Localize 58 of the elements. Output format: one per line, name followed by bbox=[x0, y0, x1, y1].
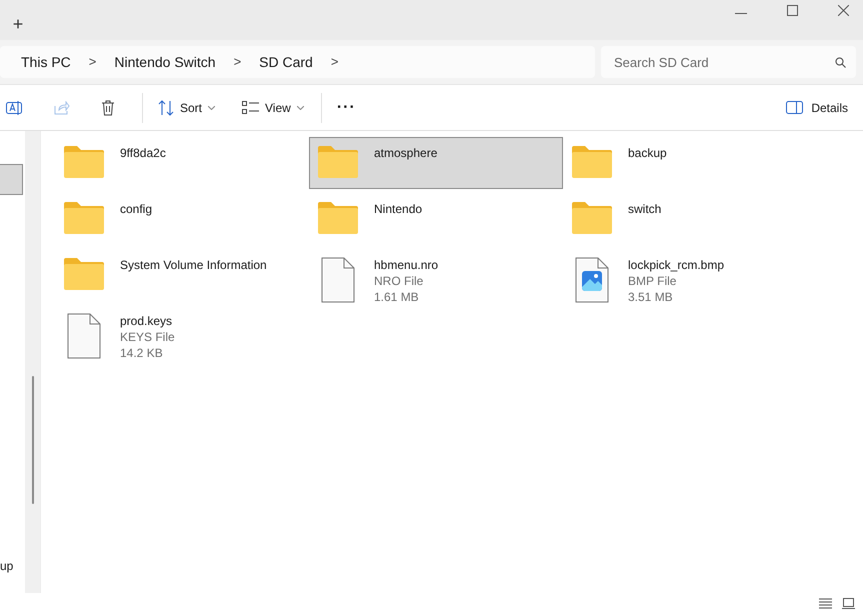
details-button[interactable]: Details bbox=[786, 98, 848, 116]
file-name: config bbox=[120, 201, 152, 217]
more-button[interactable]: ··· bbox=[336, 96, 356, 120]
breadcrumb[interactable]: This PC bbox=[21, 52, 71, 72]
close-icon[interactable] bbox=[838, 5, 849, 16]
breadcrumb[interactable]: Nintendo Switch bbox=[114, 52, 216, 72]
breadcrumb[interactable]: SD Card bbox=[259, 52, 313, 72]
minimize-icon[interactable] bbox=[735, 12, 747, 14]
file-icon bbox=[67, 313, 101, 359]
address-bar[interactable]: This PC > Nintendo Switch > SD Card > bbox=[0, 46, 595, 78]
folder-icon bbox=[63, 145, 105, 179]
scrollbar-thumb[interactable] bbox=[32, 376, 34, 504]
file-name: atmosphere bbox=[374, 145, 438, 161]
file-name: 9ff8da2c bbox=[120, 145, 166, 161]
folder-icon bbox=[571, 145, 613, 179]
chevron-icon[interactable]: > bbox=[88, 52, 96, 72]
folder-icon bbox=[63, 201, 105, 235]
search-field[interactable]: Search SD Card bbox=[601, 46, 856, 78]
file-item[interactable]: switch bbox=[563, 193, 817, 245]
file-name: prod.keys bbox=[120, 313, 174, 329]
file-item[interactable]: backup bbox=[563, 137, 817, 189]
file-name: switch bbox=[628, 201, 662, 217]
view-button[interactable]: View bbox=[242, 98, 304, 116]
file-item[interactable]: Nintendo bbox=[309, 193, 563, 245]
folder-icon bbox=[571, 201, 613, 235]
file-type: BMP File bbox=[628, 273, 678, 289]
file-type: NRO File bbox=[374, 273, 424, 289]
list-view-icon bbox=[242, 100, 260, 114]
sort-button[interactable]: Sort bbox=[158, 98, 216, 116]
caret-icon bbox=[296, 106, 304, 110]
new-tab-button[interactable]: + bbox=[10, 10, 26, 38]
details-view-icon[interactable] bbox=[819, 598, 832, 608]
file-name: backup bbox=[628, 145, 667, 161]
search-icon bbox=[835, 57, 846, 68]
folder-icon bbox=[317, 145, 359, 179]
sort-icon bbox=[158, 100, 174, 116]
file-item[interactable]: atmosphere bbox=[309, 137, 563, 189]
file-item[interactable]: System Volume Information bbox=[55, 249, 309, 301]
file-type: KEYS File bbox=[120, 329, 175, 345]
folder-icon bbox=[317, 201, 359, 235]
details-pane-icon bbox=[786, 101, 804, 114]
file-icon bbox=[321, 257, 355, 303]
folder-icon bbox=[63, 257, 105, 291]
chevron-icon[interactable]: > bbox=[330, 52, 338, 72]
file-name: Nintendo bbox=[374, 201, 422, 217]
file-name: lockpick_rcm.bmp bbox=[628, 257, 724, 273]
caret-icon bbox=[208, 106, 216, 110]
file-name: System Volume Information bbox=[120, 257, 267, 273]
chevron-icon[interactable]: > bbox=[234, 52, 242, 72]
file-name: hbmenu.nro bbox=[374, 257, 438, 273]
file-item[interactable]: config bbox=[55, 193, 309, 245]
tiles-view-icon[interactable] bbox=[842, 598, 855, 608]
file-item[interactable]: 9ff8da2c bbox=[55, 137, 309, 189]
rename-icon[interactable] bbox=[6, 100, 24, 116]
maximize-icon[interactable] bbox=[787, 5, 798, 16]
image-file-icon bbox=[575, 257, 609, 303]
trash-icon[interactable] bbox=[101, 100, 115, 116]
sidebar-label[interactable]: up bbox=[0, 557, 14, 575]
